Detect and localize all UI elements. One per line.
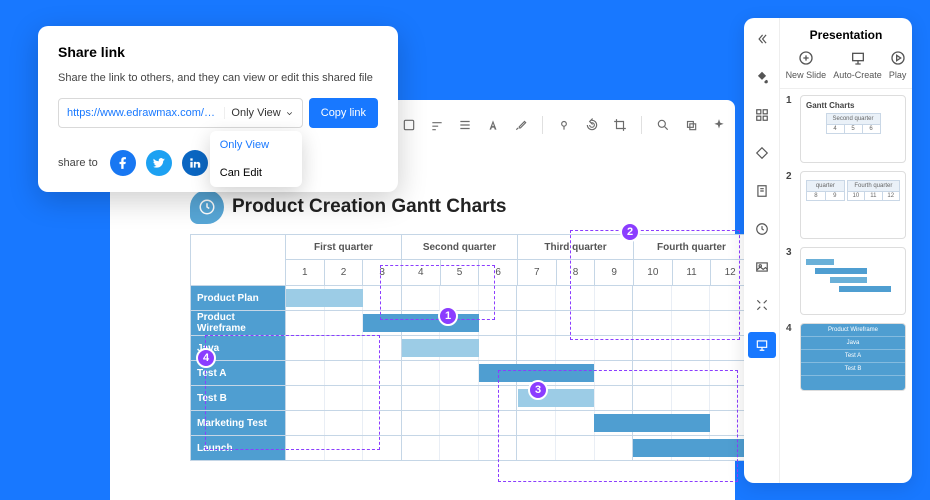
new-slide-button[interactable]: New Slide — [786, 50, 827, 80]
paint-icon[interactable] — [751, 66, 773, 88]
chart-title: Product Creation Gantt Charts — [232, 196, 506, 218]
slide-thumb-2[interactable]: 2 quarter89 Fourth quarter101112 — [786, 171, 906, 239]
gantt-chart: Product Creation Gantt Charts First quar… — [190, 190, 750, 461]
quarter-header: Second quarter — [402, 235, 517, 260]
perm-option-view[interactable]: Only View — [210, 131, 302, 159]
expand-icon[interactable] — [751, 294, 773, 316]
sparkle-icon[interactable] — [712, 118, 726, 132]
quarter-header: First quarter — [286, 235, 401, 260]
brush-icon[interactable] — [514, 118, 528, 132]
slide-thumb-1[interactable]: 1 Gantt Charts Second quarter 456 — [786, 95, 906, 163]
dialog-description: Share the link to others, and they can v… — [58, 72, 378, 84]
presentation-panel: Presentation New Slide Auto-Create Play … — [744, 18, 912, 483]
search-icon[interactable] — [656, 118, 670, 132]
play-button[interactable]: Play — [889, 50, 907, 80]
facebook-icon[interactable] — [110, 150, 136, 176]
task-label: Java — [191, 336, 286, 360]
slide-thumb-3[interactable]: 3 — [786, 247, 906, 315]
side-rail — [744, 18, 780, 483]
font-icon[interactable] — [486, 118, 500, 132]
twitter-icon[interactable] — [146, 150, 172, 176]
image-icon[interactable] — [751, 256, 773, 278]
crop-icon[interactable] — [613, 118, 627, 132]
collapse-icon[interactable] — [751, 28, 773, 50]
rotate-icon[interactable] — [585, 118, 599, 132]
task-label: Launch — [191, 436, 286, 460]
linkedin-icon[interactable] — [182, 150, 208, 176]
align-icon[interactable] — [458, 118, 472, 132]
history-icon[interactable] — [751, 218, 773, 240]
auto-create-button[interactable]: Auto-Create — [833, 50, 882, 80]
page-icon[interactable] — [751, 180, 773, 202]
panel-title: Presentation — [780, 18, 912, 50]
grid-icon[interactable] — [751, 104, 773, 126]
diamond-icon[interactable] — [751, 142, 773, 164]
share-to-label: share to — [58, 157, 98, 169]
color-pick-icon[interactable] — [557, 118, 571, 132]
task-label: Product Wireframe — [191, 311, 286, 335]
perm-option-edit[interactable]: Can Edit — [210, 159, 302, 187]
url-box: https://www.edrawmax.com/server.. Only V… — [58, 98, 303, 128]
task-label: Test A — [191, 361, 286, 385]
permission-menu: Only View Can Edit — [210, 131, 302, 187]
fill-icon[interactable] — [402, 118, 416, 132]
quarter-header: Third quarter — [518, 235, 633, 260]
present-icon[interactable] — [748, 332, 776, 358]
permission-select[interactable]: Only View — [224, 107, 293, 119]
clock-icon — [190, 190, 224, 224]
share-dialog: Share link Share the link to others, and… — [38, 26, 398, 192]
task-label: Test B — [191, 386, 286, 410]
line-style-icon[interactable] — [430, 118, 444, 132]
dialog-title: Share link — [58, 44, 378, 60]
copy-link-button[interactable]: Copy link — [309, 98, 378, 128]
task-label: Marketing Test — [191, 411, 286, 435]
slide-thumb-4[interactable]: 4 Product Wireframe Java Test A Test B — [786, 323, 906, 391]
quarter-header: Fourth quarter — [634, 235, 749, 260]
chevron-down-icon — [285, 109, 294, 118]
task-label: Product Plan — [191, 286, 286, 310]
layers-icon[interactable] — [684, 118, 698, 132]
share-url[interactable]: https://www.edrawmax.com/server.. — [67, 107, 220, 119]
